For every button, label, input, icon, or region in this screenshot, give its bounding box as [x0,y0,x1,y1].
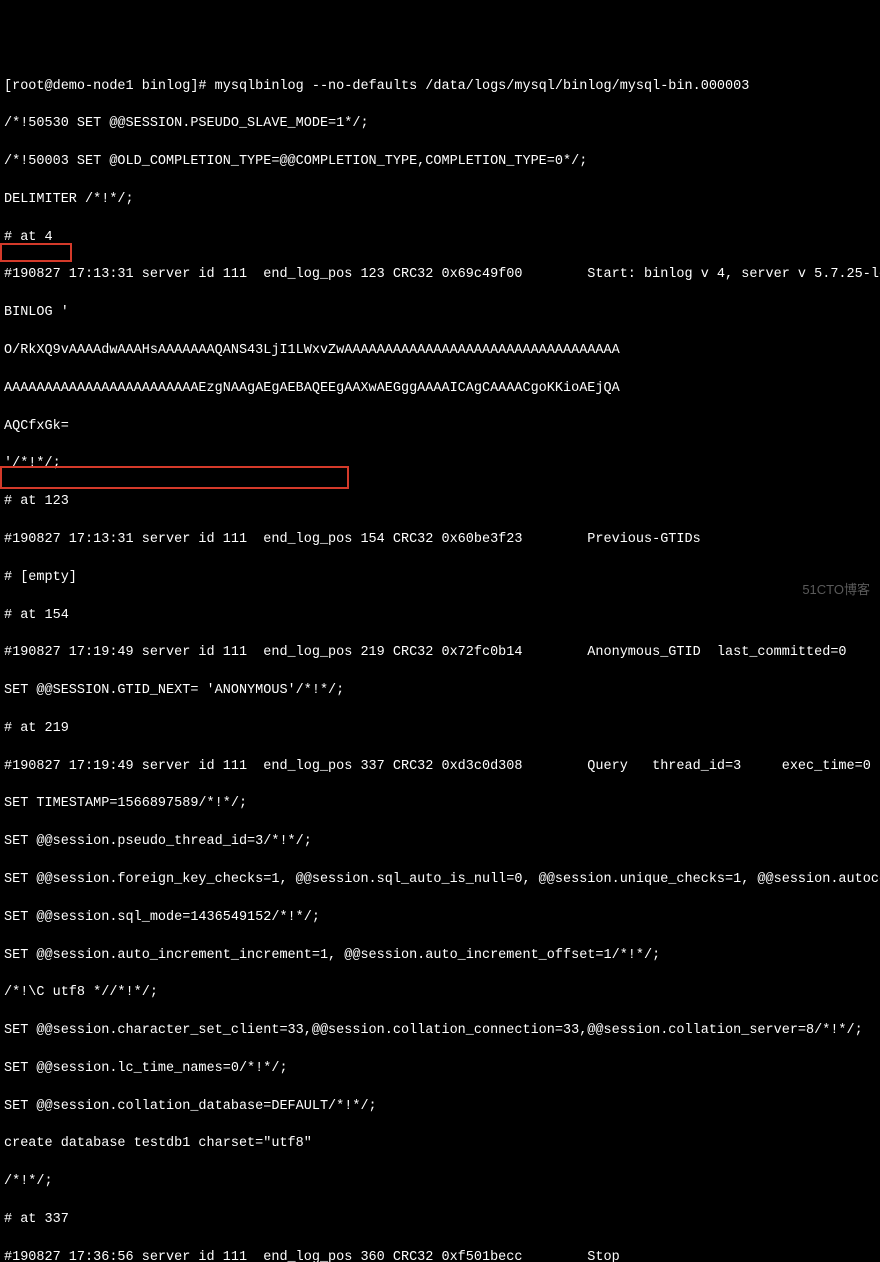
terminal-output-line: # at 219 [4,720,876,739]
terminal-output-line: # at 123 [4,493,876,512]
terminal-output-line: SET @@session.foreign_key_checks=1, @@se… [4,871,876,890]
terminal-output-line: /*!\C utf8 *//*!*/; [4,984,876,1003]
terminal-output-line: #190827 17:19:49 server id 111 end_log_p… [4,644,876,663]
terminal-output-line: # at 337 [4,1211,876,1230]
terminal-output-line: BINLOG ' [4,304,876,323]
terminal-output-line: /*!50003 SET @OLD_COMPLETION_TYPE=@@COMP… [4,153,876,172]
watermark-text: 51CTO博客 [802,581,870,599]
terminal-output-line: DELIMITER /*!*/; [4,191,876,210]
terminal-output-line: /*!*/; [4,1173,876,1192]
terminal-output-line: #190827 17:13:31 server id 111 end_log_p… [4,531,876,550]
terminal-output-line: SET @@SESSION.GTID_NEXT= 'ANONYMOUS'/*!*… [4,682,876,701]
terminal-output-line: # [empty] [4,569,876,588]
terminal-output-line: AQCfxGk= [4,418,876,437]
terminal-output-line: SET @@session.lc_time_names=0/*!*/; [4,1060,876,1079]
terminal-output-line: SET @@session.pseudo_thread_id=3/*!*/; [4,833,876,852]
terminal-output-line: #190827 17:13:31 server id 111 end_log_p… [4,266,876,285]
terminal-output-line: SET @@session.auto_increment_increment=1… [4,947,876,966]
terminal-output-line: # at 4 [4,229,876,248]
terminal-output-line: /*!50530 SET @@SESSION.PSEUDO_SLAVE_MODE… [4,115,876,134]
terminal-output-line: create database testdb1 charset="utf8" [4,1135,876,1154]
terminal-output-line: SET @@session.collation_database=DEFAULT… [4,1098,876,1117]
terminal-output-line: O/RkXQ9vAAAAdwAAAHsAAAAAAAQANS43LjI1LWxv… [4,342,876,361]
terminal-output-line: # at 154 [4,607,876,626]
terminal-prompt-line: [root@demo-node1 binlog]# mysqlbinlog --… [4,78,876,97]
terminal-output-line: #190827 17:19:49 server id 111 end_log_p… [4,758,876,777]
terminal-output-line: #190827 17:36:56 server id 111 end_log_p… [4,1249,876,1262]
terminal-output-line: SET TIMESTAMP=1566897589/*!*/; [4,795,876,814]
terminal-output-line: '/*!*/; [4,455,876,474]
terminal-output-line: AAAAAAAAAAAAAAAAAAAAAAAAEzgNAAgAEgAEBAQE… [4,380,876,399]
terminal-output-line: SET @@session.character_set_client=33,@@… [4,1022,876,1041]
terminal-output-line: SET @@session.sql_mode=1436549152/*!*/; [4,909,876,928]
